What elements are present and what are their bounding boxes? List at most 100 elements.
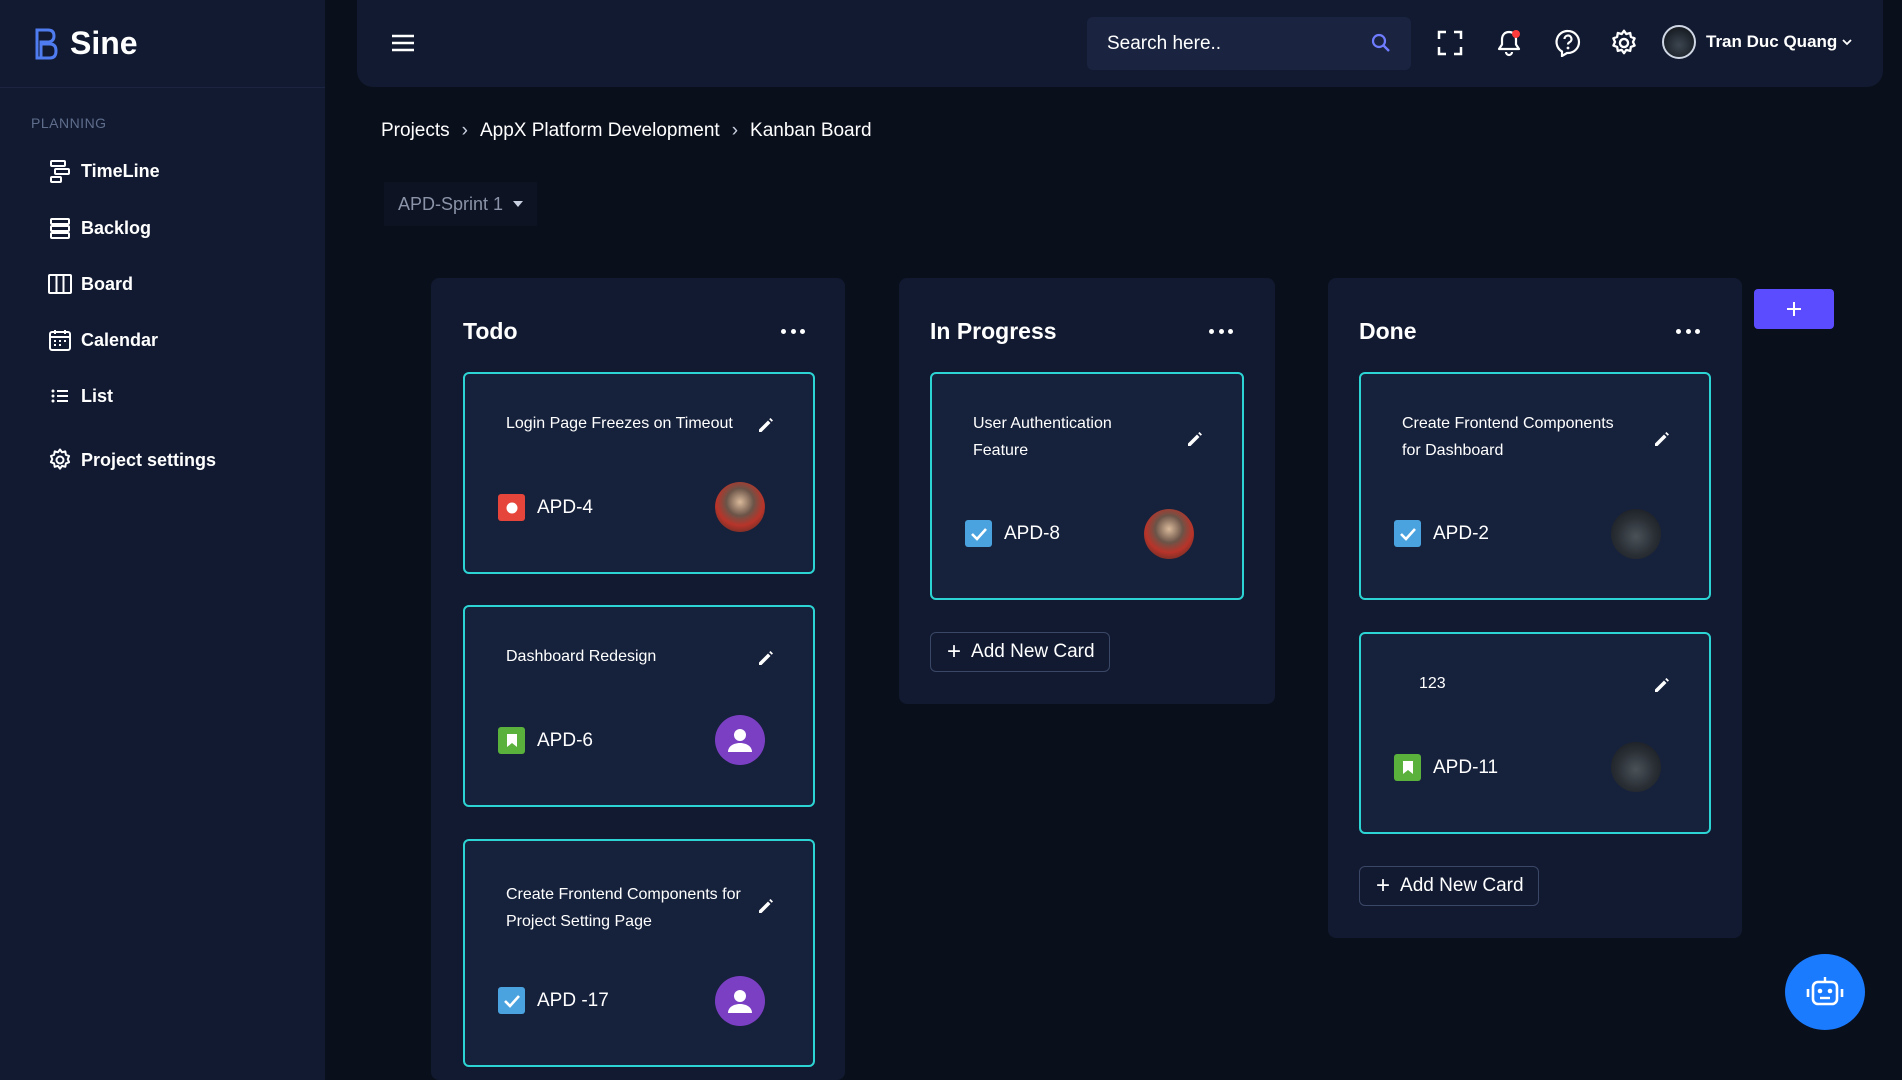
user-icon (728, 990, 752, 1013)
column-todo: Todo Login Page Freezes on Timeout APD-4… (431, 278, 845, 1080)
story-bookmark-icon (1394, 754, 1421, 781)
sidebar: Sine PLANNING TimeLine Backlog Board Cal… (0, 0, 325, 1080)
list-icon (48, 384, 72, 408)
sprint-select-value: APD-Sprint 1 (398, 193, 504, 214)
sidebar-item-board[interactable]: Board (48, 272, 133, 296)
assignee-avatar (1611, 742, 1661, 792)
assignee-avatar (715, 976, 765, 1026)
avatar (1662, 25, 1696, 59)
column-title: In Progress (930, 318, 1057, 344)
more-options-icon[interactable] (1676, 326, 1700, 336)
help-icon[interactable] (1553, 28, 1583, 58)
sidebar-item-label: Calendar (81, 329, 159, 350)
plus-icon: + (1376, 872, 1391, 899)
sidebar-item-calendar[interactable]: Calendar (48, 328, 158, 352)
card-key: APD -17 (537, 990, 609, 1011)
add-column-button[interactable] (1754, 289, 1834, 329)
add-new-card-label: Add New Card (971, 641, 1095, 662)
notification-bell-icon[interactable] (1494, 28, 1524, 58)
card-key: APD-4 (537, 497, 593, 518)
task-checkbox-icon (498, 987, 525, 1014)
more-options-icon[interactable] (1209, 326, 1233, 336)
board-icon (48, 272, 72, 296)
fullscreen-icon[interactable] (1435, 28, 1465, 58)
column-in-progress: In Progress User Authentication Feature … (899, 278, 1275, 704)
gear-icon (48, 448, 72, 472)
breadcrumb-current: Kanban Board (750, 120, 872, 141)
sidebar-item-label: Board (81, 273, 134, 294)
assignee-avatar (715, 715, 765, 765)
card-title: 123 (1419, 675, 1446, 692)
search-input[interactable] (1107, 32, 1357, 55)
task-card[interactable]: Dashboard Redesign APD-6 (463, 605, 815, 807)
chatbot-button[interactable] (1785, 954, 1865, 1030)
card-key: APD-11 (1433, 757, 1499, 778)
card-key: APD-8 (1004, 523, 1060, 544)
breadcrumb: Projects › AppX Platform Development › K… (381, 120, 872, 142)
chevron-down-icon (1842, 39, 1852, 46)
task-card[interactable]: 123 APD-11 (1359, 632, 1711, 834)
search-box[interactable] (1087, 17, 1411, 70)
brand[interactable]: Sine (0, 0, 325, 88)
edit-pencil-icon[interactable] (757, 416, 775, 434)
column-done: Done Create Frontend Components for Dash… (1328, 278, 1742, 938)
task-card[interactable]: Create Frontend Components for Project S… (463, 839, 815, 1067)
breadcrumb-projects[interactable]: Projects (381, 120, 450, 142)
search-icon[interactable] (1371, 33, 1391, 53)
edit-pencil-icon[interactable] (757, 649, 775, 667)
plus-icon (1787, 302, 1801, 316)
brand-name: Sine (70, 25, 138, 61)
sprint-select[interactable]: APD-Sprint 1 (384, 182, 538, 226)
task-card[interactable]: Create Frontend Components for Dashboard… (1359, 372, 1711, 600)
bug-icon (498, 494, 525, 521)
sidebar-item-timeline[interactable]: TimeLine (48, 159, 160, 183)
column-title: Todo (463, 318, 518, 344)
card-title: Create Frontend Components for Dashboard (1402, 415, 1614, 459)
assignee-avatar (715, 482, 765, 532)
card-key: APD-2 (1433, 523, 1489, 544)
edit-pencil-icon[interactable] (1653, 676, 1671, 694)
edit-pencil-icon[interactable] (1653, 430, 1671, 448)
sidebar-item-label: List (81, 385, 114, 406)
user-name: Tran Duc Quang (1706, 32, 1838, 51)
assignee-avatar (1144, 509, 1194, 559)
logo-icon (35, 28, 58, 59)
robot-icon (1806, 977, 1844, 1006)
sidebar-item-backlog[interactable]: Backlog (48, 216, 151, 240)
edit-pencil-icon[interactable] (1186, 430, 1204, 448)
breadcrumb-separator: › (731, 120, 739, 141)
topbar: Tran Duc Quang (357, 0, 1883, 87)
sidebar-item-label: TimeLine (81, 160, 160, 181)
calendar-icon (48, 328, 72, 352)
sidebar-item-list[interactable]: List (48, 384, 113, 408)
sidebar-item-project-settings[interactable]: Project settings (48, 448, 216, 472)
card-title: Login Page Freezes on Timeout (506, 415, 733, 432)
column-title: Done (1359, 318, 1417, 344)
more-options-icon[interactable] (781, 326, 805, 336)
assignee-avatar (1611, 509, 1661, 559)
sidebar-item-label: Project settings (81, 449, 217, 470)
card-key: APD-6 (537, 730, 593, 751)
section-label-planning: PLANNING (31, 115, 107, 131)
breadcrumb-project[interactable]: AppX Platform Development (480, 120, 720, 142)
card-title: User Authentication Feature (973, 415, 1112, 459)
hamburger-menu-icon[interactable] (390, 30, 416, 56)
timeline-icon (48, 159, 72, 183)
card-title: Dashboard Redesign (506, 648, 657, 665)
caret-down-icon (513, 201, 524, 207)
task-checkbox-icon (965, 520, 992, 547)
plus-icon: + (947, 638, 962, 665)
edit-pencil-icon[interactable] (757, 897, 775, 915)
add-new-card-label: Add New Card (1400, 875, 1524, 896)
task-card[interactable]: Login Page Freezes on Timeout APD-4 (463, 372, 815, 574)
user-menu[interactable]: Tran Duc Quang (1662, 25, 1853, 59)
task-card[interactable]: User Authentication Feature APD-8 (930, 372, 1244, 600)
backlog-icon (48, 216, 72, 240)
card-title: Create Frontend Components for Project S… (506, 886, 741, 930)
add-new-card-button[interactable]: + Add New Card (930, 632, 1110, 672)
settings-gear-icon[interactable] (1609, 28, 1639, 58)
user-icon (728, 729, 752, 752)
story-bookmark-icon (498, 727, 525, 754)
add-new-card-button[interactable]: + Add New Card (1359, 866, 1539, 906)
sidebar-item-label: Backlog (81, 217, 152, 238)
